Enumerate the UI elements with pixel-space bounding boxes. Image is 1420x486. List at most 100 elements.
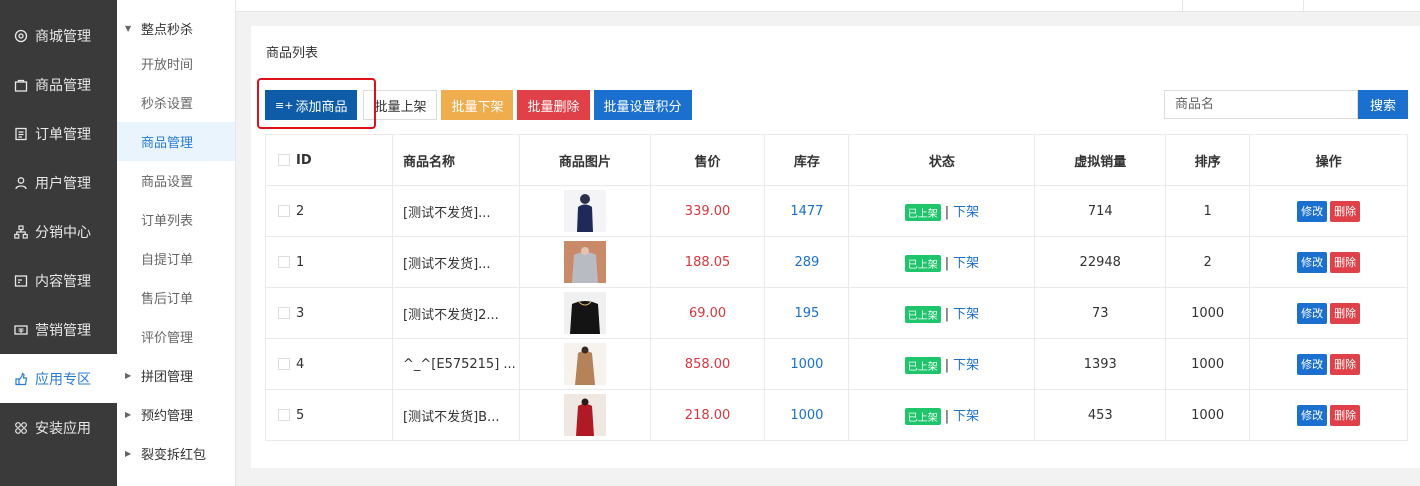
add-list-icon: ≡+ — [275, 98, 294, 112]
row-id: 3 — [296, 305, 305, 321]
row-price: 69.00 — [649, 287, 766, 339]
user-icon — [14, 176, 28, 190]
header-actions: 操作 — [1249, 134, 1408, 186]
sub-group-flash-sale[interactable]: ▼ 整点秒杀 — [117, 12, 235, 44]
nav-label: 商品管理 — [35, 77, 91, 94]
batch-on-shelf-button[interactable]: 批量上架 — [363, 90, 438, 120]
sub-group-booking[interactable]: ▶ 预约管理 — [117, 395, 235, 434]
sub-item-flash-settings[interactable]: 秒杀设置 — [117, 83, 235, 122]
batch-off-shelf-button[interactable]: 批量下架 — [441, 90, 514, 120]
nav-item-marketing[interactable]: 营销管理 — [0, 305, 117, 354]
edit-button[interactable]: 修改 — [1297, 302, 1328, 324]
nav-item-users[interactable]: 用户管理 — [0, 158, 117, 207]
caret-right-icon: ▶ — [125, 371, 132, 380]
content-icon — [14, 274, 28, 288]
edit-button[interactable]: 修改 — [1297, 200, 1328, 222]
top-divider — [1182, 0, 1183, 12]
delete-button[interactable]: 删除 — [1330, 200, 1361, 222]
row-price: 218.00 — [649, 389, 766, 441]
header-status: 状态 — [848, 134, 1036, 186]
delete-button[interactable]: 删除 — [1330, 251, 1361, 273]
nav-label: 内容管理 — [35, 273, 91, 290]
off-shelf-link[interactable]: 下架 — [953, 409, 979, 424]
sub-item-aftersale-orders[interactable]: 售后订单 — [117, 278, 235, 317]
search-button[interactable]: 搜索 — [1358, 90, 1408, 119]
table-row: 4 ^_^[E575215] ... 858.00 1000 已上架 | 下架 13… — [265, 338, 1408, 390]
row-checkbox[interactable] — [278, 205, 290, 217]
header-sort: 排序 — [1165, 134, 1251, 186]
sub-menu: ▼ 整点秒杀 开放时间 秒杀设置 商品管理 商品设置 订单列表 自提订单 售后订… — [117, 0, 236, 486]
nav-item-goods[interactable]: 商品管理 — [0, 60, 117, 109]
row-checkbox[interactable] — [278, 409, 290, 421]
sub-group-group-buy[interactable]: ▶ 拼团管理 — [117, 356, 235, 395]
search-input[interactable] — [1164, 90, 1358, 119]
edit-button[interactable]: 修改 — [1297, 251, 1328, 273]
product-thumbnail — [563, 292, 606, 334]
nav-item-orders[interactable]: 订单管理 — [0, 109, 117, 158]
caret-down-icon: ▼ — [125, 23, 132, 33]
nav-item-mall[interactable]: 商城管理 — [0, 0, 117, 60]
off-shelf-link[interactable]: 下架 — [953, 256, 979, 271]
row-checkbox[interactable] — [278, 307, 290, 319]
nav-item-install[interactable]: 安装应用 — [0, 403, 117, 452]
ticket-icon — [14, 323, 28, 337]
header-stock: 库存 — [764, 134, 850, 186]
status-badge: 已上架 — [904, 408, 941, 425]
product-thumbnail — [563, 190, 606, 232]
main-nav: 商城管理 商品管理 订单管理 用户管理 分销中心 内容管理 营销管理 应用专区 … — [0, 0, 117, 486]
off-shelf-link[interactable]: 下架 — [953, 307, 979, 322]
delete-button[interactable]: 删除 — [1330, 353, 1361, 375]
toolbar: ≡+ 添加商品 批量上架 批量下架 批量删除 批量设置积分 — [257, 78, 696, 129]
row-name: ^_^[E575215] ... — [392, 338, 520, 390]
row-name: [测试不发货]2... — [392, 287, 520, 339]
nav-label: 安装应用 — [35, 420, 91, 437]
sub-item-goods-settings[interactable]: 商品设置 — [117, 161, 235, 200]
row-checkbox[interactable] — [278, 358, 290, 370]
row-price: 339.00 — [649, 185, 766, 237]
status-badge: 已上架 — [904, 255, 941, 272]
row-stock: 289 — [764, 236, 850, 288]
table-row: 2 [测试不发货]... 339.00 1477 已上架 | 下架 714 1 修改… — [265, 185, 1408, 237]
sub-item-reviews[interactable]: 评价管理 — [117, 317, 235, 356]
network-icon — [14, 224, 28, 239]
off-shelf-link[interactable]: 下架 — [953, 358, 979, 373]
row-sort: 1000 — [1165, 287, 1251, 339]
bag-icon — [14, 78, 28, 92]
row-stock: 195 — [764, 287, 850, 339]
row-stock: 1000 — [764, 338, 850, 390]
row-checkbox[interactable] — [278, 256, 290, 268]
product-thumbnail — [563, 343, 606, 385]
sub-group-red-packet[interactable]: ▶ 裂变拆红包 — [117, 434, 235, 473]
off-shelf-link[interactable]: 下架 — [953, 205, 979, 220]
row-virtual-sales: 1393 — [1034, 338, 1167, 390]
sub-item-pickup-orders[interactable]: 自提订单 — [117, 239, 235, 278]
sub-item-order-list[interactable]: 订单列表 — [117, 200, 235, 239]
product-thumbnail — [563, 394, 606, 436]
row-name: [测试不发货]... — [392, 185, 520, 237]
row-id: 4 — [296, 356, 305, 372]
select-all-checkbox[interactable] — [278, 154, 290, 166]
row-stock: 1477 — [764, 185, 850, 237]
edit-button[interactable]: 修改 — [1297, 353, 1328, 375]
delete-button[interactable]: 删除 — [1330, 404, 1361, 426]
row-sort: 1000 — [1165, 338, 1251, 390]
nav-item-content[interactable]: 内容管理 — [0, 256, 117, 305]
nav-item-distribution[interactable]: 分销中心 — [0, 207, 117, 256]
delete-button[interactable]: 删除 — [1330, 302, 1361, 324]
table-row: 1 [测试不发货]... 188.05 289 已上架 | 下架 22948 2 修… — [265, 236, 1408, 288]
nav-label: 营销管理 — [35, 322, 91, 339]
header-id: ID — [265, 134, 393, 186]
batch-delete-button[interactable]: 批量删除 — [517, 90, 590, 120]
header-price: 售价 — [649, 134, 766, 186]
add-goods-button[interactable]: ≡+ 添加商品 — [265, 90, 358, 120]
sub-item-open-time[interactable]: 开放时间 — [117, 44, 235, 83]
status-badge: 已上架 — [904, 204, 941, 221]
edit-button[interactable]: 修改 — [1297, 404, 1328, 426]
sub-item-goods-manage[interactable]: 商品管理 — [117, 122, 235, 161]
nav-item-apps[interactable]: 应用专区 — [0, 354, 117, 403]
header-virtual-sales: 虚拟销量 — [1034, 134, 1167, 186]
batch-points-button[interactable]: 批量设置积分 — [593, 90, 692, 120]
card-title: 商品列表 — [266, 46, 319, 61]
nav-label: 应用专区 — [35, 371, 91, 388]
nav-label: 分销中心 — [35, 224, 91, 241]
